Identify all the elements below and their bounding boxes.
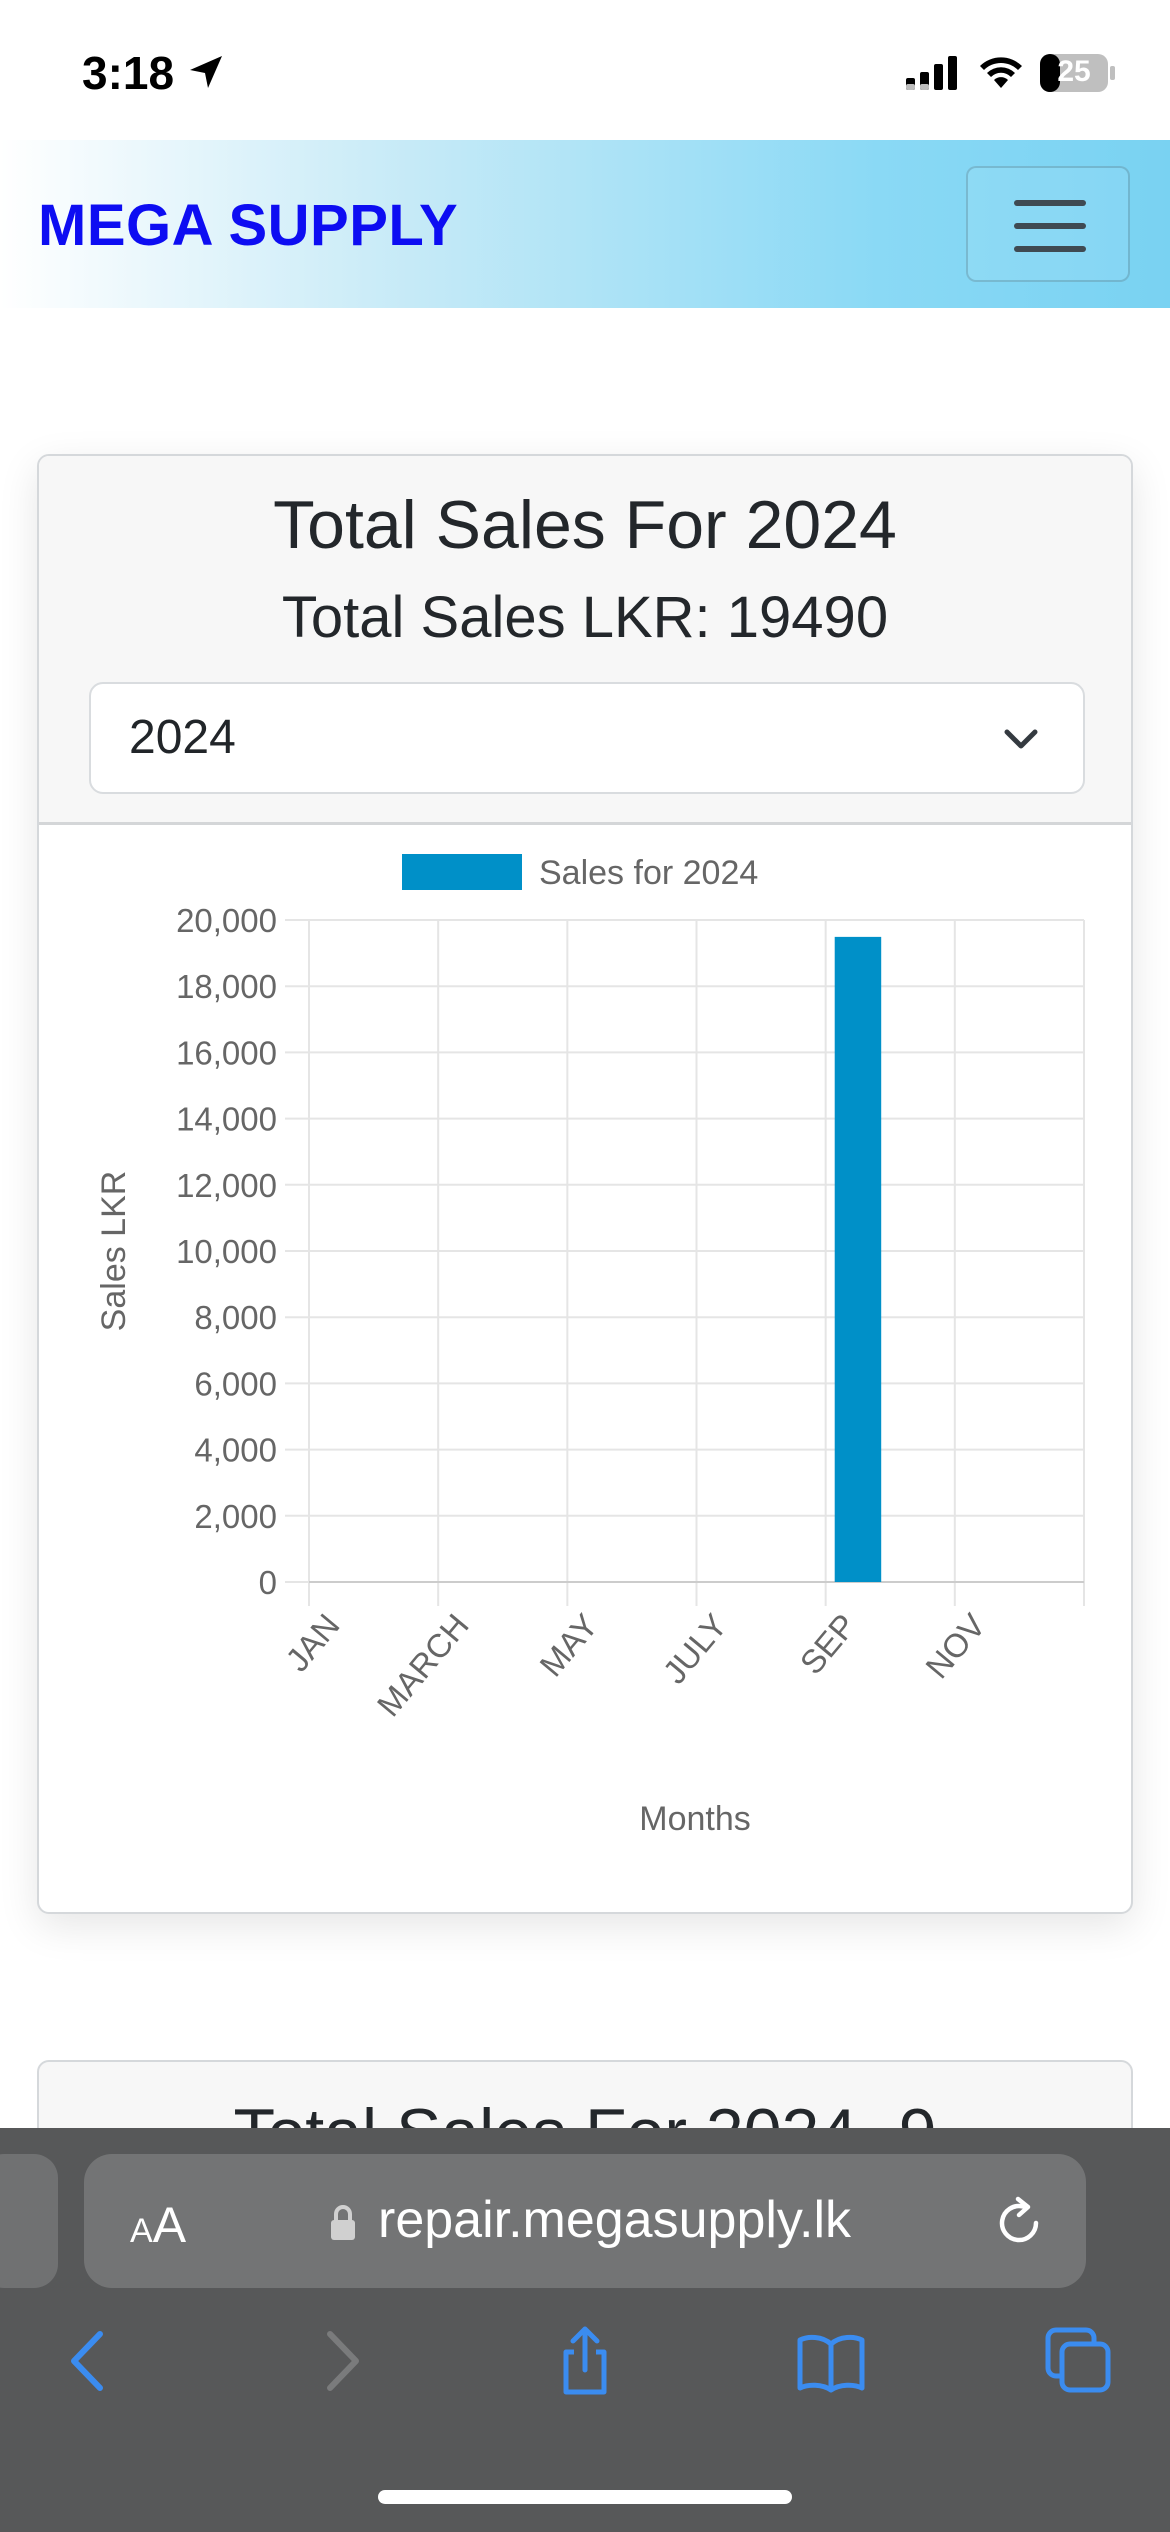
back-icon[interactable] — [54, 2326, 124, 2396]
url-text[interactable]: repair.megasupply.lk — [378, 2190, 851, 2250]
browser-toolbar: AA repair.megasupply.lk — [0, 2128, 1170, 2532]
clock: 3:18 — [82, 47, 175, 99]
reload-icon[interactable] — [992, 2196, 1046, 2250]
menu-toggle-button[interactable] — [966, 166, 1130, 282]
navbar: MEGA SUPPLY — [0, 140, 1170, 308]
bookmarks-icon[interactable] — [796, 2326, 866, 2396]
x-tick-label: MARCH — [370, 1607, 476, 1723]
forward-icon[interactable] — [306, 2326, 376, 2396]
y-tick-label: 16,000 — [176, 1034, 277, 1071]
x-axis-title: Months — [639, 1800, 751, 1838]
y-tick-label: 18,000 — [176, 968, 277, 1005]
x-tick-label: JAN — [278, 1607, 346, 1679]
x-tick-label: JULY — [656, 1607, 735, 1691]
sales-bar-chart: 20,000 18,000 16,000 14,000 12,000 10,000 8,00… — [95, 854, 1085, 1838]
chevron-down-icon — [1004, 729, 1038, 749]
share-icon[interactable] — [550, 2326, 620, 2396]
y-tick-label: 8,000 — [194, 1299, 277, 1336]
card-header: Total Sales For 2024 Total Sales LKR: 19… — [39, 456, 1131, 825]
legend-swatch — [402, 854, 522, 890]
home-indicator — [378, 2490, 792, 2504]
y-tick-label: 20,000 — [176, 902, 277, 939]
status-bar: 3:18 25 — [0, 0, 1170, 140]
wifi-icon — [980, 57, 1022, 88]
y-tick-label: 6,000 — [194, 1365, 277, 1402]
y-tick-label: 12,000 — [176, 1167, 277, 1204]
location-arrow-icon — [190, 56, 222, 88]
text-size-button[interactable]: AA — [130, 2196, 186, 2254]
y-axis-title: Sales LKR — [95, 1171, 133, 1332]
brand-logo[interactable]: MEGA SUPPLY — [38, 192, 458, 259]
y-tick-label: 2,000 — [194, 1498, 277, 1535]
year-select-value: 2024 — [129, 711, 236, 764]
battery-level: 25 — [1057, 55, 1091, 88]
legend-label: Sales for 2024 — [539, 854, 758, 892]
address-bar[interactable]: AA repair.megasupply.lk — [84, 2154, 1086, 2288]
x-tick-label: NOV — [918, 1607, 992, 1686]
x-tick-label: SEP — [793, 1607, 864, 1681]
year-select[interactable]: 2024 — [89, 682, 1085, 794]
tabs-icon[interactable] — [1044, 2326, 1114, 2396]
sales-card: Total Sales For 2024 Total Sales LKR: 19… — [37, 454, 1133, 1914]
y-tick-label: 10,000 — [176, 1233, 277, 1270]
previous-tab-preview[interactable] — [0, 2154, 58, 2288]
y-tick-label: 14,000 — [176, 1101, 277, 1138]
hamburger-icon — [1014, 200, 1086, 206]
cellular-signal-icon — [906, 56, 957, 90]
y-tick-label: 0 — [259, 1564, 277, 1601]
y-tick-label: 4,000 — [194, 1432, 277, 1469]
card-title: Total Sales For 2024 — [273, 487, 897, 563]
x-tick-label: MAY — [532, 1607, 605, 1684]
total-sales-text: Total Sales LKR: 19490 — [281, 585, 889, 650]
lock-icon — [331, 2205, 355, 2240]
bar-sep — [834, 936, 882, 1582]
